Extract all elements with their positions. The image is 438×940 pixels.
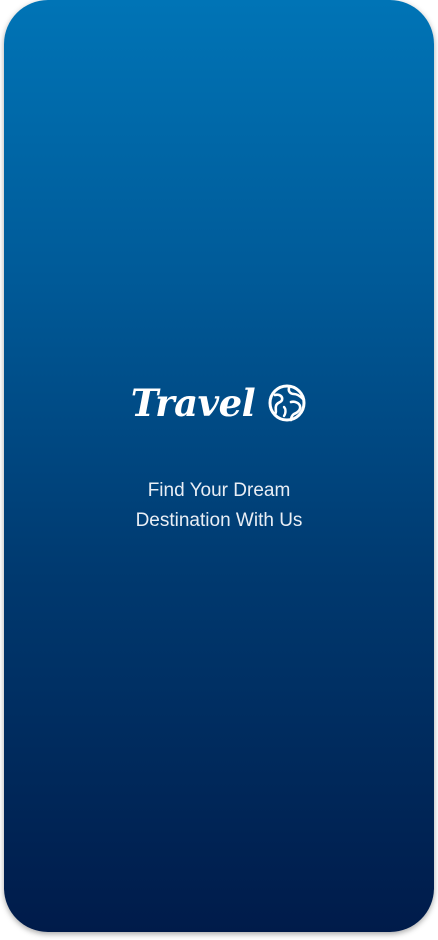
tagline-line-2: Destination With Us (135, 510, 303, 531)
splash-screen: Travel Find Your Dream Destination With … (4, 0, 434, 932)
globe-icon (268, 384, 306, 422)
tagline-line-1: Find Your Dream (147, 480, 291, 501)
tagline: Find Your Dream Destination With Us (4, 476, 434, 536)
app-logo: Travel (4, 383, 434, 423)
app-logo-text: Travel (130, 380, 256, 425)
